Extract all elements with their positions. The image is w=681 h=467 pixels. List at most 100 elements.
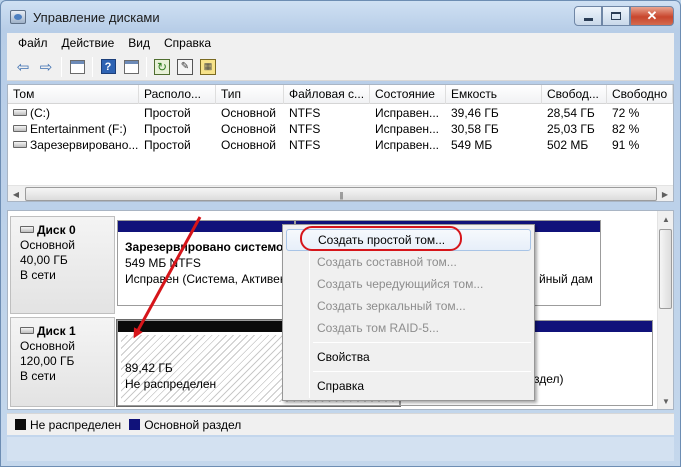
volume-name-cell: Entertainment (F:): [8, 121, 139, 137]
scrollbar-grip-icon: |||: [339, 191, 343, 200]
forward-arrow-icon: ⇨: [39, 58, 53, 76]
volume-list[interactable]: Том Располо... Тип Файловая с... Состоян…: [7, 84, 674, 202]
menu-item-properties[interactable]: Свойства: [286, 346, 531, 368]
toolbar-separator: [92, 56, 93, 77]
help-icon: ?: [100, 59, 116, 74]
legend: Не распределен Основной раздел: [7, 413, 674, 435]
toolbar-separator: [146, 56, 147, 77]
menu-item-help[interactable]: Справка: [286, 375, 531, 397]
volume-list-horizontal-scrollbar[interactable]: ◀ ||| ▶: [8, 185, 673, 201]
column-header-status[interactable]: Состояние: [370, 85, 446, 104]
toolbar-separator: [61, 56, 62, 77]
drive-icon: [13, 109, 27, 116]
column-header-free-percent[interactable]: Свободно: [607, 85, 673, 104]
disk-view-vertical-scrollbar[interactable]: ▲ ▼: [657, 211, 673, 409]
free-percent-cell: 72 %: [612, 106, 640, 120]
menu-item-new-mirrored-volume[interactable]: Создать зеркальный том...: [286, 295, 531, 317]
menu-help[interactable]: Справка: [157, 36, 218, 50]
minimize-button[interactable]: [574, 6, 602, 26]
filesystem-cell: NTFS: [289, 122, 321, 136]
free-space-cell: 25,03 ГБ: [547, 122, 595, 136]
disk-1-label[interactable]: Диск 1 Основной 120,00 ГБ В сети: [10, 317, 115, 407]
menu-item-new-raid5-volume[interactable]: Создать том RAID-5...: [286, 317, 531, 339]
capacity-cell: 549 МБ: [451, 138, 493, 152]
menu-separator: [313, 342, 531, 343]
column-header-layout[interactable]: Располо...: [139, 85, 216, 104]
disk-kind: Основной: [20, 238, 76, 252]
column-header-volume[interactable]: Том: [8, 85, 139, 104]
filesystem-cell: NTFS: [289, 138, 321, 152]
close-button[interactable]: ✕: [630, 6, 674, 26]
partition-status-tail: здел): [534, 372, 564, 386]
console-tree-button[interactable]: [67, 57, 87, 77]
column-header-free-space[interactable]: Свобод...: [542, 85, 607, 104]
layout-cell: Простой: [144, 138, 191, 152]
properties-button[interactable]: ✎: [175, 57, 195, 77]
drive-icon: [13, 141, 27, 148]
rescan-button[interactable]: ▦: [198, 57, 218, 77]
back-arrow-icon: ⇦: [16, 58, 30, 76]
disk-0-label[interactable]: Диск 0 Основной 40,00 ГБ В сети: [10, 216, 115, 314]
status-bar: [7, 437, 674, 461]
menu-item-new-spanned-volume[interactable]: Создать составной том...: [286, 251, 531, 273]
free-space-cell: 28,54 ГБ: [547, 106, 595, 120]
console-tree-icon: [69, 59, 85, 74]
show-action-pane-button[interactable]: [121, 57, 141, 77]
rescan-icon: ▦: [200, 58, 216, 75]
menu-bar: Файл Действие Вид Справка: [7, 33, 674, 53]
back-button[interactable]: ⇦: [13, 57, 33, 77]
disk-icon: [20, 226, 34, 233]
volume-name: Зарезервировано...: [30, 138, 139, 152]
caption-buttons: ✕: [574, 6, 674, 26]
scroll-left-arrow-icon[interactable]: ◀: [8, 186, 24, 202]
type-cell: Основной: [221, 106, 277, 120]
menu-item-new-striped-volume[interactable]: Создать чередующийся том...: [286, 273, 531, 295]
scroll-right-arrow-icon[interactable]: ▶: [657, 186, 673, 202]
table-row[interactable]: (C:) Простой Основной NTFS Исправен... 3…: [8, 105, 673, 121]
volume-list-header: Том Располо... Тип Файловая с... Состоян…: [8, 85, 673, 104]
menu-file[interactable]: Файл: [11, 36, 55, 50]
partition-title: Зарезервировано системой: [125, 240, 291, 254]
table-row[interactable]: Зарезервировано... Простой Основной NTFS…: [8, 137, 673, 153]
title-bar[interactable]: Управление дисками ✕: [1, 1, 680, 33]
disk-icon: [20, 327, 34, 334]
maximize-icon: [611, 12, 621, 20]
disk-status: В сети: [20, 369, 56, 383]
menu-item-new-simple-volume[interactable]: Создать простой том...: [286, 229, 531, 251]
type-cell: Основной: [221, 138, 277, 152]
scroll-up-arrow-icon[interactable]: ▲: [658, 211, 673, 227]
capacity-cell: 39,46 ГБ: [451, 106, 499, 120]
forward-button[interactable]: ⇨: [36, 57, 56, 77]
column-header-capacity[interactable]: Емкость: [446, 85, 542, 104]
column-header-type[interactable]: Тип: [216, 85, 284, 104]
volume-name: Entertainment (F:): [30, 122, 127, 136]
table-row[interactable]: Entertainment (F:) Простой Основной NTFS…: [8, 121, 673, 137]
scrollbar-thumb[interactable]: [659, 229, 672, 309]
menu-view[interactable]: Вид: [121, 36, 157, 50]
scroll-down-arrow-icon[interactable]: ▼: [658, 393, 673, 409]
context-menu: Создать простой том... Создать составной…: [282, 224, 535, 401]
volume-name-cell: (C:): [8, 105, 139, 121]
disk-size: 40,00 ГБ: [20, 253, 68, 267]
disk-name-row: Диск 1: [20, 324, 114, 339]
volume-name: (C:): [30, 106, 50, 120]
filesystem-cell: NTFS: [289, 106, 321, 120]
disk-name-row: Диск 0: [20, 223, 114, 238]
maximize-button[interactable]: [602, 6, 630, 26]
column-header-filesystem[interactable]: Файловая с...: [284, 85, 370, 104]
legend-label-unallocated: Не распределен: [30, 417, 122, 432]
capacity-cell: 30,58 ГБ: [451, 122, 499, 136]
window-title: Управление дисками: [33, 10, 160, 25]
disk-status: В сети: [20, 268, 56, 282]
scrollbar-thumb[interactable]: |||: [25, 187, 657, 201]
disk-management-app-icon: [10, 10, 26, 24]
status-cell: Исправен...: [375, 122, 440, 136]
menu-action[interactable]: Действие: [55, 36, 122, 50]
refresh-icon: ↻: [154, 58, 170, 75]
partition-size: 549 МБ NTFS: [125, 256, 201, 270]
refresh-button[interactable]: ↻: [152, 57, 172, 77]
help-button[interactable]: ?: [98, 57, 118, 77]
free-space-cell: 502 МБ: [547, 138, 589, 152]
partition-system-reserved[interactable]: Зарезервировано системой 549 МБ NTFS Исп…: [117, 220, 295, 306]
type-cell: Основной: [221, 122, 277, 136]
